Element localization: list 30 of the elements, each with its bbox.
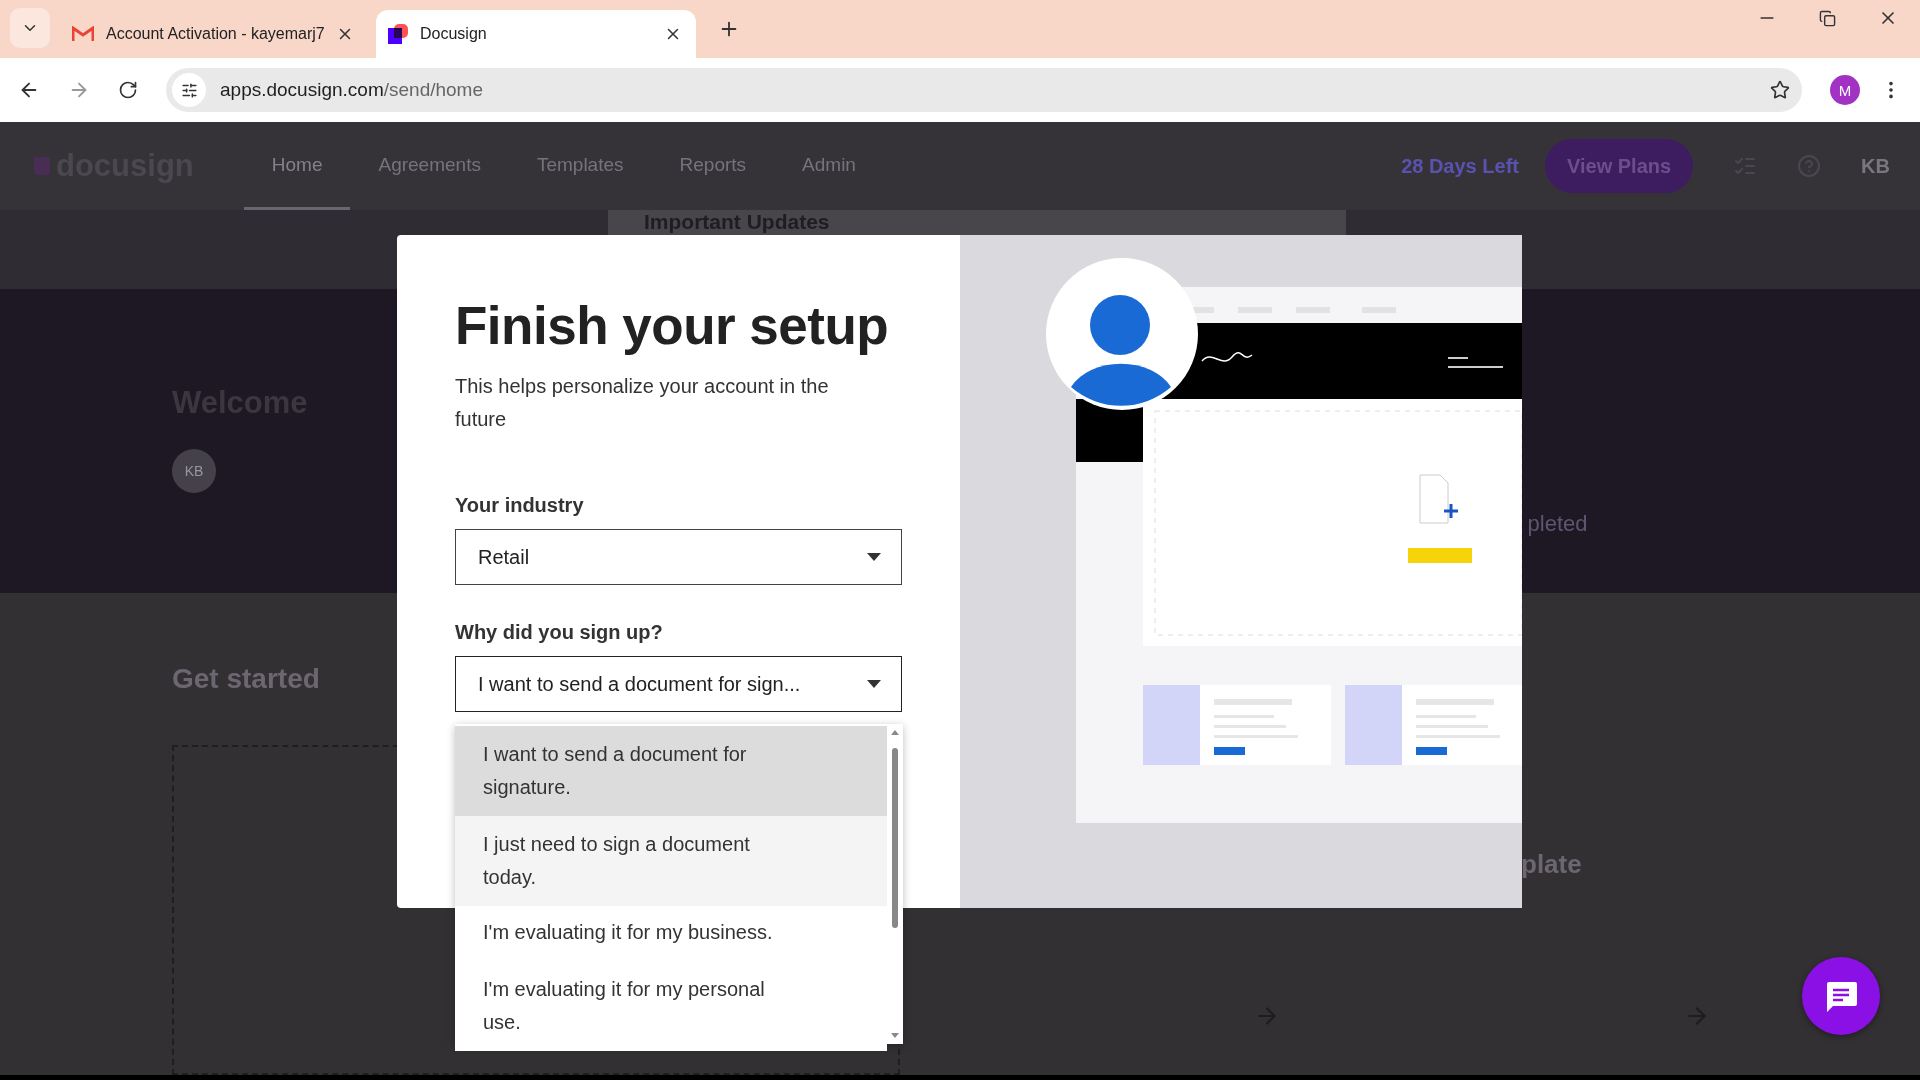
browser-tab[interactable]: Account Activation - kayemarj7 [58,10,368,58]
dialog-title: Finish your setup [455,295,890,356]
reload-icon[interactable] [118,80,138,100]
app-logo-icon [388,24,408,44]
address-bar[interactable]: apps.docusign.com/send/home [166,68,1802,112]
mail-icon [72,26,94,42]
dropdown-option[interactable]: I just need to sign a document today. [455,816,887,906]
field-label: Why did you sign up? [455,621,664,644]
dropdown-option[interactable]: I'm evaluating it for my personal use. [455,961,887,1051]
site-settings-icon[interactable] [172,73,206,107]
dropdown-field[interactable]: Retail [455,529,902,585]
dropdown-option[interactable]: I want to send a document for signature. [455,726,887,816]
user-avatar: KB [172,448,216,493]
tab-title: Account Activation - kayemarj7 [106,25,324,43]
dropdown-field[interactable]: I want to send a document for sign... [455,656,902,712]
restore-icon[interactable] [1819,8,1836,28]
trial-notice: 28 Days Left [1401,154,1519,178]
star-icon[interactable] [1770,80,1790,100]
status-text: pleted [1527,510,1588,537]
dialog-subtitle: This helps personalize your account in the future [455,374,830,432]
tab-title: Docusign [420,25,488,43]
url-text: apps.docusign.com/send/home [220,79,484,101]
profile-avatar[interactable]: M [1830,75,1860,105]
section-heading: Get started [172,663,320,696]
browser-tab[interactable]: Docusign [376,10,696,58]
caret-icon [867,553,881,561]
card-title: plate [1521,849,1582,881]
chat-icon [1824,980,1858,1012]
field-label: Your industry [455,494,585,517]
caret-icon [867,680,881,688]
